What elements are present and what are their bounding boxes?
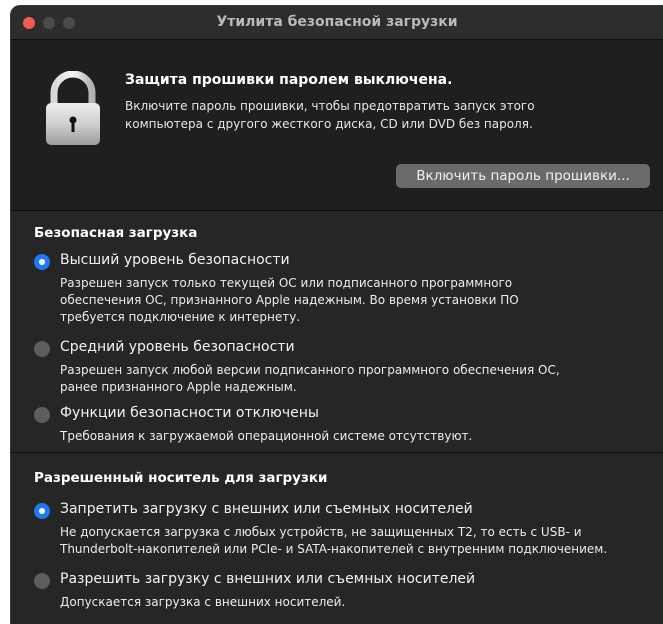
option-medium-security-label[interactable]: Средний уровень безопасности (60, 339, 295, 355)
option-no-security-description: Требования к загружаемой операционной си… (60, 428, 660, 445)
radio-disallow-external-boot[interactable] (34, 503, 50, 519)
firmware-description: Включите пароль прошивки, чтобы предотвр… (125, 97, 595, 133)
secure-boot-section: Безопасная загрузка Высший уровень безоп… (11, 211, 663, 452)
boot-media-section: Разрешенный носитель для загрузки Запрет… (11, 453, 663, 624)
radio-allow-external-boot[interactable] (34, 573, 50, 589)
description-line: Не допускается загрузка с любых устройст… (60, 525, 582, 539)
lock-icon (45, 70, 101, 151)
description-line: требуется подключение к интернету. (60, 310, 301, 324)
option-full-security-description: Разрешен запуск только текущей ОС или по… (60, 275, 660, 326)
option-medium-security-description: Разрешен запуск любой версии подписанног… (60, 362, 660, 396)
firmware-status-title: Защита прошивки паролем выключена. (125, 72, 453, 88)
description-line: Разрешен запуск любой версии подписанног… (60, 363, 560, 377)
description-line: обеспечения ОС, признанного Apple надежн… (60, 293, 519, 307)
description-line: Требования к загружаемой операционной си… (60, 429, 473, 443)
option-allow-external-boot-label[interactable]: Разрешить загрузку с внешних или съемных… (60, 571, 475, 587)
secure-boot-heading: Безопасная загрузка (34, 225, 198, 241)
radio-no-security[interactable] (34, 407, 50, 423)
firmware-description-line: компьютера с другого жесткого диска, CD … (125, 117, 533, 131)
option-disallow-external-boot-description: Не допускается загрузка с любых устройст… (60, 524, 660, 558)
window-title: Утилита безопасной загрузки (216, 14, 458, 30)
option-no-security-label[interactable]: Функции безопасности отключены (60, 405, 319, 421)
radio-full-security[interactable] (34, 254, 50, 270)
option-full-security-label[interactable]: Высший уровень безопасности (60, 252, 290, 268)
option-disallow-external-boot-label[interactable]: Запретить загрузку с внешних или съемных… (60, 501, 473, 517)
firmware-description-line: Включите пароль прошивки, чтобы предотвр… (125, 99, 535, 113)
title-bar: Утилита безопасной загрузки (11, 6, 663, 40)
radio-medium-security[interactable] (34, 341, 50, 357)
description-line: ранее признанного Apple надежным. (60, 380, 297, 394)
description-line: Thunderbolt-накопителей или PCIe- и SATA… (60, 542, 608, 556)
secure-boot-utility-window: Утилита безопасной загрузки Защита проши… (10, 5, 663, 624)
enable-firmware-password-button[interactable]: Включить пароль прошивки... (396, 164, 650, 188)
description-line: Разрешен запуск только текущей ОС или по… (60, 276, 513, 290)
boot-media-heading: Разрешенный носитель для загрузки (34, 470, 328, 486)
description-line: Допускается загрузка с внешних носителей… (60, 595, 346, 609)
option-allow-external-boot-description: Допускается загрузка с внешних носителей… (60, 594, 660, 611)
